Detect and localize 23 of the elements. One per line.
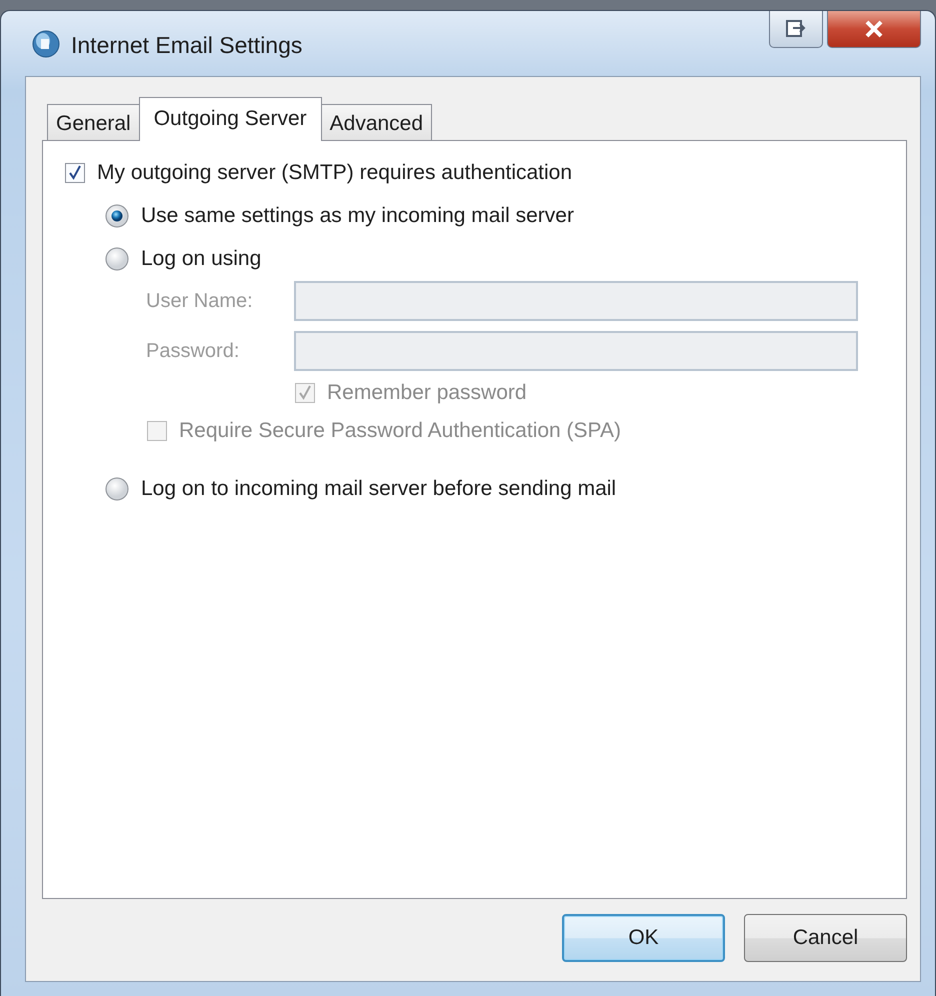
checkbox-label: Remember password <box>327 381 527 405</box>
app-icon <box>31 29 61 59</box>
field-label: Password: <box>146 340 240 362</box>
radio-label: Use same settings as my incoming mail server <box>141 204 574 228</box>
radio-button[interactable] <box>105 204 129 228</box>
checkbox-label: My outgoing server (SMTP) requires authentication <box>97 161 572 185</box>
checkbox-label: Require Secure Password Authentication (SPA) <box>179 419 622 443</box>
dialog-button[interactable]: OK <box>562 914 725 962</box>
tab[interactable]: General <box>47 104 140 140</box>
radio-label: Log on using <box>141 247 262 271</box>
window-title: Internet Email Settings <box>71 32 304 59</box>
close-button[interactable] <box>827 11 921 48</box>
tab[interactable]: Advanced <box>320 104 432 140</box>
dialog-button[interactable]: Cancel <box>744 914 907 962</box>
radio-button[interactable] <box>105 247 129 271</box>
close-icon <box>864 20 884 38</box>
field-label: User Name: <box>146 290 254 312</box>
checkbox[interactable] <box>65 163 85 183</box>
restore-icon <box>785 19 807 39</box>
radio-label: Log on to incoming mail server before sending mail <box>141 477 616 501</box>
radio-button[interactable] <box>105 477 129 501</box>
restore-button[interactable] <box>769 11 823 48</box>
tab[interactable]: Outgoing Server <box>138 97 322 141</box>
